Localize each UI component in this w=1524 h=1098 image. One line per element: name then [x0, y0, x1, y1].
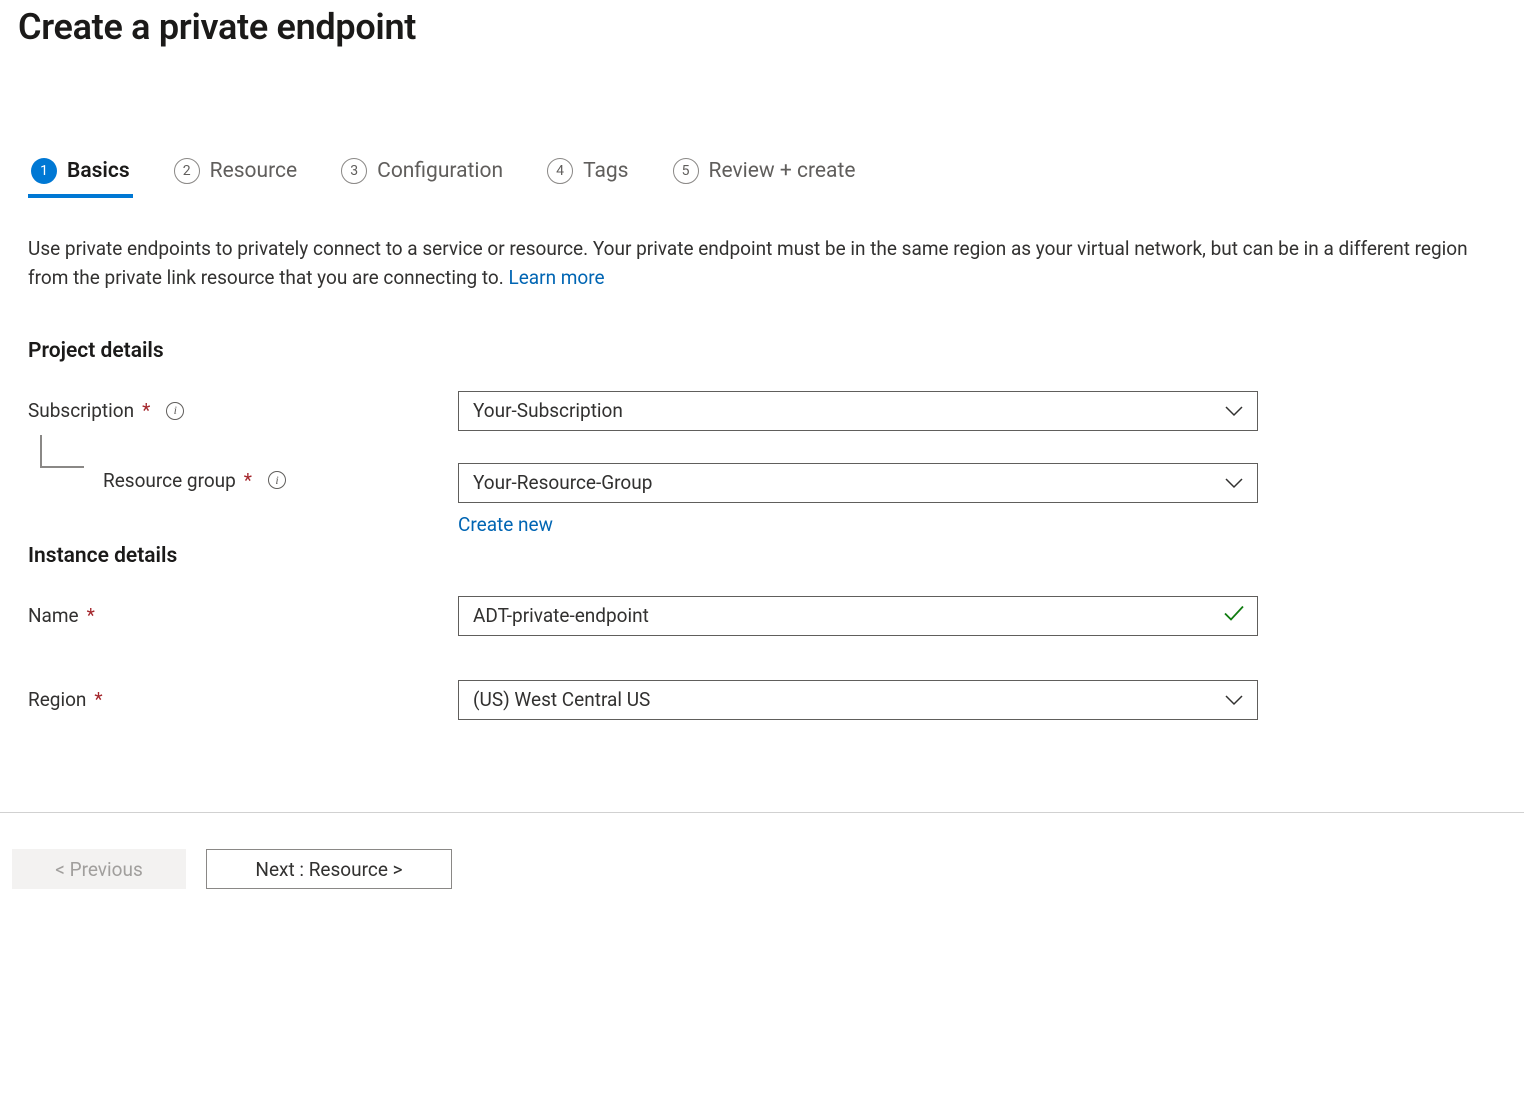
- region-row: Region * (US) West Central US: [18, 680, 1496, 720]
- page-title: Create a private endpoint: [18, 6, 1496, 48]
- subscription-select[interactable]: Your-Subscription: [458, 391, 1258, 431]
- resource-group-select[interactable]: Your-Resource-Group: [458, 463, 1258, 503]
- label-text: Resource group: [103, 469, 236, 492]
- chevron-down-icon: [1225, 477, 1243, 489]
- tab-description: Use private endpoints to privately conne…: [18, 234, 1496, 293]
- subscription-label: Subscription * i: [28, 399, 458, 422]
- tab-tags[interactable]: 4 Tags: [547, 158, 628, 198]
- create-new-resource-group-link[interactable]: Create new: [458, 513, 1258, 536]
- previous-button: < Previous: [12, 849, 186, 889]
- tab-step-number-icon: 4: [547, 158, 573, 184]
- tab-step-number-icon: 5: [673, 158, 699, 184]
- name-label: Name *: [28, 604, 458, 627]
- tab-label: Resource: [210, 159, 298, 183]
- region-select[interactable]: (US) West Central US: [458, 680, 1258, 720]
- resource-group-label: Resource group * i: [28, 463, 458, 492]
- tab-label: Tags: [583, 159, 628, 183]
- chevron-down-icon: [1225, 405, 1243, 417]
- name-input-wrapper: [458, 596, 1258, 636]
- required-indicator: *: [244, 469, 252, 492]
- required-indicator: *: [94, 688, 102, 711]
- subscription-value: Your-Subscription: [473, 399, 623, 422]
- chevron-down-icon: [1225, 694, 1243, 706]
- label-text: Subscription: [28, 399, 134, 422]
- required-indicator: *: [142, 399, 150, 422]
- description-text: Use private endpoints to privately conne…: [28, 237, 1468, 289]
- info-icon[interactable]: i: [166, 402, 184, 420]
- tab-basics[interactable]: 1 Basics: [31, 158, 130, 198]
- wizard-tabs: 1 Basics 2 Resource 3 Configuration 4 Ta…: [18, 158, 1496, 198]
- wizard-footer: < Previous Next : Resource >: [0, 812, 1524, 889]
- next-button[interactable]: Next : Resource >: [206, 849, 452, 889]
- tab-label: Configuration: [377, 159, 503, 183]
- tab-step-number-icon: 2: [174, 158, 200, 184]
- check-icon: [1223, 604, 1245, 627]
- region-value: (US) West Central US: [473, 688, 650, 711]
- tab-label: Review + create: [709, 159, 856, 183]
- tab-step-number-icon: 1: [31, 158, 57, 184]
- name-input[interactable]: [473, 604, 1217, 627]
- tab-resource[interactable]: 2 Resource: [174, 158, 298, 198]
- tab-step-number-icon: 3: [341, 158, 367, 184]
- resource-group-value: Your-Resource-Group: [473, 471, 652, 494]
- label-text: Name: [28, 604, 79, 627]
- required-indicator: *: [87, 604, 95, 627]
- tree-indent-icon: [28, 435, 83, 475]
- info-icon[interactable]: i: [268, 471, 286, 489]
- tab-review-create[interactable]: 5 Review + create: [673, 158, 856, 198]
- learn-more-link[interactable]: Learn more: [508, 266, 604, 289]
- tab-label: Basics: [67, 159, 130, 183]
- label-text: Region: [28, 688, 86, 711]
- resource-group-row: Resource group * i Your-Resource-Group C…: [18, 463, 1496, 536]
- tab-configuration[interactable]: 3 Configuration: [341, 158, 503, 198]
- project-details-heading: Project details: [18, 339, 1496, 363]
- instance-details-heading: Instance details: [18, 544, 1496, 568]
- subscription-row: Subscription * i Your-Subscription: [18, 391, 1496, 431]
- name-row: Name *: [18, 596, 1496, 636]
- region-label: Region *: [28, 688, 458, 711]
